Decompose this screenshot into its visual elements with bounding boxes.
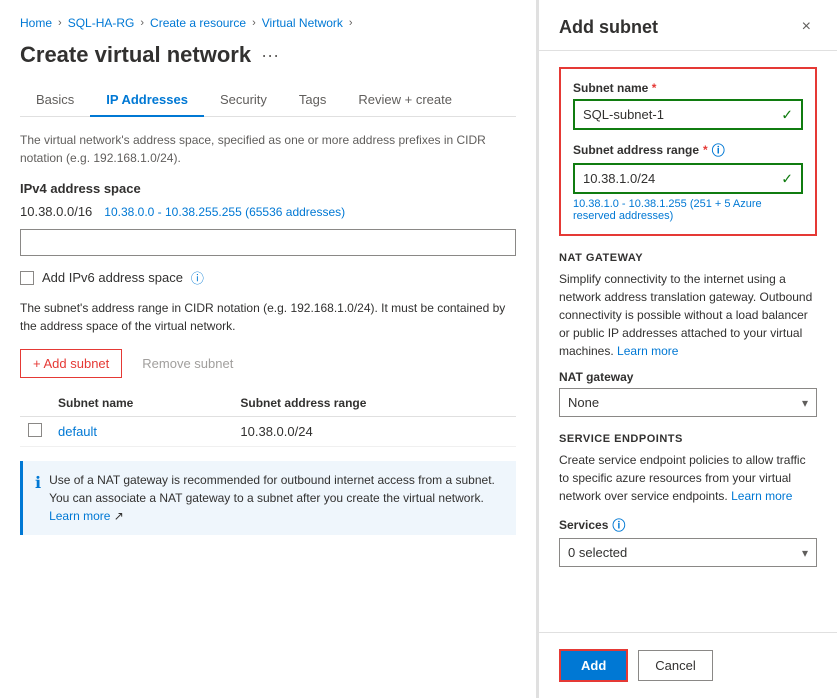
cancel-button[interactable]: Cancel [638, 650, 712, 681]
cidr-note: The subnet's address range in CIDR notat… [20, 299, 516, 335]
more-options-button[interactable]: ··· [261, 45, 279, 66]
ipv6-label: Add IPv6 address space [42, 270, 183, 285]
subnet-name-required: * [652, 81, 657, 95]
breadcrumb-vnet[interactable]: Virtual Network [262, 16, 343, 30]
service-endpoints-text: Create service endpoint policies to allo… [559, 451, 817, 505]
tab-tags[interactable]: Tags [283, 84, 342, 117]
subnet-address-check-icon: ✓ [781, 170, 793, 187]
subnet-name-label: Subnet name [573, 81, 648, 95]
ipv4-address-range: 10.38.0.0 - 10.38.255.255 (65536 address… [104, 205, 345, 219]
nat-gateway-text: Simplify connectivity to the internet us… [559, 270, 817, 360]
nat-gateway-select[interactable]: None [560, 389, 816, 416]
add-subnet-panel: Add subnet × Subnet name * ✓ [537, 0, 837, 698]
subnet-table: Subnet name Subnet address range default… [20, 390, 516, 447]
breadcrumb-sep-3: › [252, 17, 256, 29]
subnet-address-input[interactable] [575, 165, 801, 192]
subnet-range-cell: 10.38.0.0/24 [232, 417, 516, 447]
info-external-icon: ↗ [114, 509, 124, 523]
add-subnet-button[interactable]: + Add subnet [20, 349, 122, 378]
breadcrumb-sep-1: › [58, 17, 62, 29]
services-select-wrapper: 0 selected ▾ [559, 538, 817, 567]
info-box-icon: ℹ [35, 472, 41, 496]
subnet-name-input[interactable] [575, 101, 801, 128]
breadcrumb-rg[interactable]: SQL-HA-RG [68, 16, 135, 30]
tab-ip-addresses[interactable]: IP Addresses [90, 84, 204, 117]
nat-learn-more-link[interactable]: Learn more [617, 344, 678, 358]
remove-subnet-button[interactable]: Remove subnet [130, 350, 245, 377]
service-endpoints-heading: SERVICE ENDPOINTS [559, 433, 817, 445]
section-description: The virtual network's address space, spe… [20, 131, 516, 167]
subnet-address-hint: 10.38.1.0 - 10.38.1.255 (251 + 5 Azure r… [573, 198, 803, 222]
ipv6-info-icon[interactable]: ⓘ [191, 268, 204, 287]
subnet-col-range: Subnet address range [232, 390, 516, 417]
nat-gateway-select-wrapper: None ▾ [559, 388, 817, 417]
panel-title: Add subnet [559, 17, 658, 38]
subnet-address-label: Subnet address range [573, 143, 699, 157]
services-label: Services [559, 518, 608, 532]
info-box: ℹ Use of a NAT gateway is recommended fo… [20, 461, 516, 535]
tab-review-create[interactable]: Review + create [342, 84, 468, 117]
tab-basics[interactable]: Basics [20, 84, 90, 117]
ipv6-checkbox[interactable] [20, 271, 34, 285]
breadcrumb-create-resource[interactable]: Create a resource [150, 16, 246, 30]
services-select[interactable]: 0 selected [560, 539, 816, 566]
subnet-name-check-icon: ✓ [781, 106, 793, 123]
tab-bar: Basics IP Addresses Security Tags Review… [20, 84, 516, 117]
subnet-col-name: Subnet name [50, 390, 232, 417]
breadcrumb-home[interactable]: Home [20, 16, 52, 30]
nat-gateway-label: NAT gateway [559, 370, 817, 384]
breadcrumb-sep-4: › [349, 17, 353, 29]
tab-security[interactable]: Security [204, 84, 283, 117]
ipv4-address-input[interactable] [20, 229, 516, 256]
services-info-icon[interactable]: ⓘ [612, 515, 625, 534]
table-row: default 10.38.0.0/24 [20, 417, 516, 447]
page-title: Create virtual network [20, 42, 251, 68]
panel-close-button[interactable]: × [796, 16, 817, 38]
nat-gateway-heading: NAT GATEWAY [559, 252, 817, 264]
subnet-name-cell[interactable]: default [50, 417, 232, 447]
ipv4-section-title: IPv4 address space [20, 181, 516, 196]
info-box-text: Use of a NAT gateway is recommended for … [49, 471, 504, 525]
add-button[interactable]: Add [559, 649, 628, 682]
subnet-address-required: * [703, 143, 708, 157]
subnet-address-info-icon[interactable]: ⓘ [712, 140, 725, 159]
service-endpoints-learn-more-link[interactable]: Learn more [731, 489, 792, 503]
subnet-row-checkbox[interactable] [28, 423, 42, 437]
info-learn-more-link[interactable]: Learn more [49, 509, 110, 523]
breadcrumb-sep-2: › [140, 17, 144, 29]
ipv4-address-value: 10.38.0.0/16 [20, 204, 92, 219]
breadcrumb: Home › SQL-HA-RG › Create a resource › V… [20, 16, 516, 30]
